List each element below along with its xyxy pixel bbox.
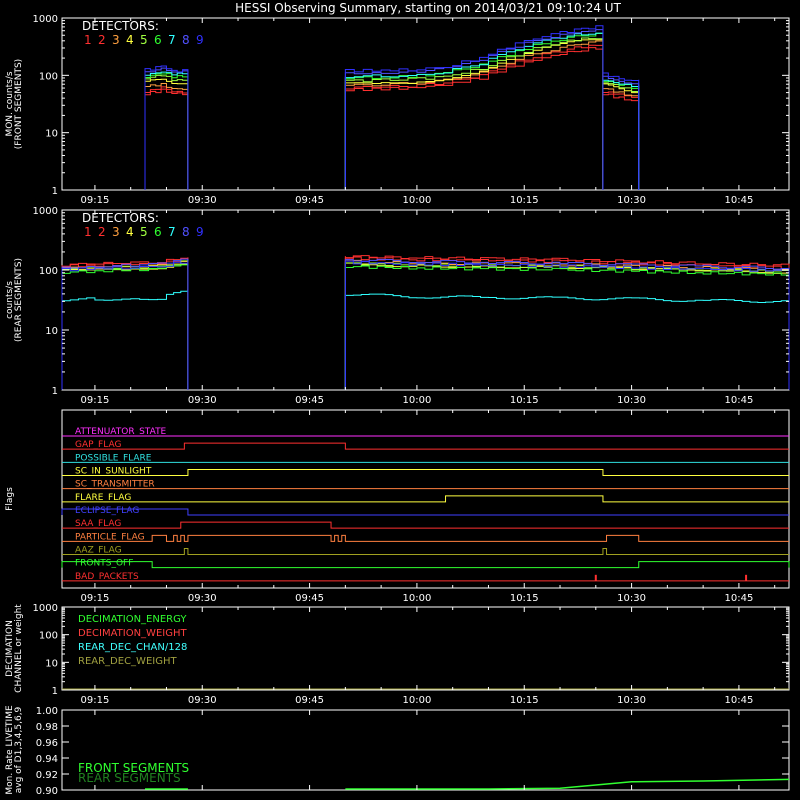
flags-panel-x-tick-label: 10:15 [510, 593, 539, 604]
front-panel-x-tick-label: 09:15 [81, 195, 110, 206]
front-panel-detectors-label: DETECTORS: [82, 19, 159, 33]
decimation-legend-4: REAR_DEC_WEIGHT [78, 656, 177, 667]
rear-panel-detector-8-label: 8 [182, 225, 190, 239]
flags-panel-x-tick-label: 09:30 [188, 593, 217, 604]
rear-panel-detector-3-label: 3 [112, 225, 120, 239]
rear-panel-detector-9-label: 9 [196, 225, 204, 239]
decimation-legend-2: DECIMATION_WEIGHT [78, 628, 187, 639]
rear-panel-y-tick-label: 100 [39, 266, 58, 277]
rear-panel-x-tick-label: 09:45 [295, 395, 324, 406]
front-panel-y-label: (FRONT SEGMENTS) [14, 59, 24, 149]
rear-panel-x-tick-label: 10:00 [402, 395, 431, 406]
flag-label-flare-flag: FLARE_FLAG [75, 493, 131, 503]
livetime-legend-2: REAR SEGMENTS [78, 771, 181, 785]
rear-panel-x-tick-label: 09:30 [188, 395, 217, 406]
front-panel-detector-9-label: 9 [196, 33, 204, 47]
front-panel-y-tick-label: 1 [52, 186, 58, 197]
decimation-panel-x-tick-label: 10:30 [617, 695, 646, 706]
front-panel-x-tick-label: 10:15 [510, 195, 539, 206]
rear-panel-y-tick-label: 1000 [33, 206, 58, 217]
decimation-panel-x-tick-label: 09:45 [295, 695, 324, 706]
flag-label-sc-in-sunlight: SC_IN_SUNLIGHT [75, 467, 152, 477]
decimation-panel-x-tick-label: 10:15 [510, 695, 539, 706]
rear-panel-y-tick-label: 10 [45, 326, 58, 337]
front-panel-detector-3-label: 3 [112, 33, 120, 47]
flag-label-saa-flag: SAA_FLAG [75, 519, 121, 529]
decimation-panel-x-tick-label: 09:15 [81, 695, 110, 706]
front-panel-x-tick-label: 10:45 [724, 195, 753, 206]
rear-panel-y-label: (REAR SEGMENTS) [14, 258, 24, 342]
front-panel-x-tick-label: 09:30 [188, 195, 217, 206]
decimation-legend-1: DECIMATION_ENERGY [78, 614, 187, 625]
flags-panel-x-tick-label: 10:45 [724, 593, 753, 604]
front-panel-y-tick-label: 1000 [33, 14, 58, 25]
background [0, 0, 800, 800]
flag-label-particle-flag: PARTICLE_FLAG [75, 532, 145, 542]
flags-panel-x-tick-label: 10:00 [402, 593, 431, 604]
flags-panel-x-tick-label: 09:15 [81, 593, 110, 604]
flags-panel-x-tick-label: 10:30 [617, 593, 646, 604]
rear-panel-detector-1-label: 1 [84, 225, 92, 239]
decimation-panel-x-tick-label: 09:30 [188, 695, 217, 706]
decimation-panel-x-tick-label: 10:45 [724, 695, 753, 706]
front-panel-detector-7-label: 7 [168, 33, 176, 47]
front-panel-x-tick-label: 10:30 [617, 195, 646, 206]
front-panel-x-tick-label: 09:45 [295, 195, 324, 206]
flag-label-aaz-flag: AAZ_FLAG [75, 546, 122, 556]
front-panel-detector-2-label: 2 [98, 33, 106, 47]
decimation-panel-x-tick-label: 10:00 [402, 695, 431, 706]
decimation-panel-y-label: CHANNEL or weight [14, 604, 24, 693]
flags-panel-x-tick-label: 09:45 [295, 593, 324, 604]
rear-panel-detector-6-label: 6 [154, 225, 162, 239]
flag-label-attenuator-state: ATTENUATOR_STATE [75, 427, 167, 437]
livetime-y-tick-label: 0.92 [36, 770, 58, 781]
flag-label-eclipse-flag: ECLIPSE_FLAG [75, 506, 139, 516]
livetime-y-tick-label: 0.94 [36, 754, 58, 765]
flags-panel-y-label: Flags [5, 487, 15, 511]
front-panel-x-tick-label: 10:00 [402, 195, 431, 206]
decimation-legend-3: REAR_DEC_CHAN/128 [78, 642, 187, 653]
front-panel-detector-8-label: 8 [182, 33, 190, 47]
flag-label-bad-packets: BAD_PACKETS [75, 572, 139, 582]
front-panel-y-tick-label: 100 [39, 71, 58, 82]
flag-label-possible-flare: POSSIBLE_FLARE [75, 453, 152, 463]
flag-label-sc-transmitter: SC_TRANSMITTER [75, 480, 155, 490]
front-panel-detector-1-label: 1 [84, 33, 92, 47]
rear-panel-x-tick-label: 10:45 [724, 395, 753, 406]
livetime-panel-y-label: avg of D1,3,4,5,6,9 [14, 706, 24, 793]
rear-panel-detector-5-label: 5 [140, 225, 148, 239]
rear-panel-y-tick-label: 1 [52, 386, 58, 397]
livetime-y-tick-label: 0.98 [36, 722, 58, 733]
decimation-panel-y-tick-label: 100 [39, 631, 58, 642]
front-panel-detector-5-label: 5 [140, 33, 148, 47]
flag-label-fronts-off: FRONTS_OFF [75, 559, 133, 569]
rear-panel-detector-4-label: 4 [126, 225, 134, 239]
decimation-panel-y-tick-label: 1000 [33, 603, 58, 614]
rear-panel-x-tick-label: 10:15 [510, 395, 539, 406]
flag-label-gap-flag: GAP_FLAG [75, 440, 121, 450]
livetime-y-tick-label: 0.90 [36, 786, 58, 797]
decimation-panel-y-tick-label: 10 [45, 658, 58, 669]
livetime-y-tick-label: 0.96 [36, 738, 58, 749]
front-panel-y-tick-label: 10 [45, 129, 58, 140]
rear-panel-x-tick-label: 10:30 [617, 395, 646, 406]
front-panel-detector-4-label: 4 [126, 33, 134, 47]
rear-panel-detector-2-label: 2 [98, 225, 106, 239]
rear-panel-detector-7-label: 7 [168, 225, 176, 239]
rear-panel-detectors-label: DETECTORS: [82, 211, 159, 225]
chart-title: HESSI Observing Summary, starting on 201… [235, 1, 621, 15]
rear-panel-x-tick-label: 09:15 [81, 395, 110, 406]
front-panel-detector-6-label: 6 [154, 33, 162, 47]
hessi-observing-summary-chart: HESSI Observing Summary, starting on 201… [0, 0, 800, 800]
livetime-y-tick-label: 1.00 [36, 706, 58, 717]
decimation-panel-y-tick-label: 1 [52, 686, 58, 697]
